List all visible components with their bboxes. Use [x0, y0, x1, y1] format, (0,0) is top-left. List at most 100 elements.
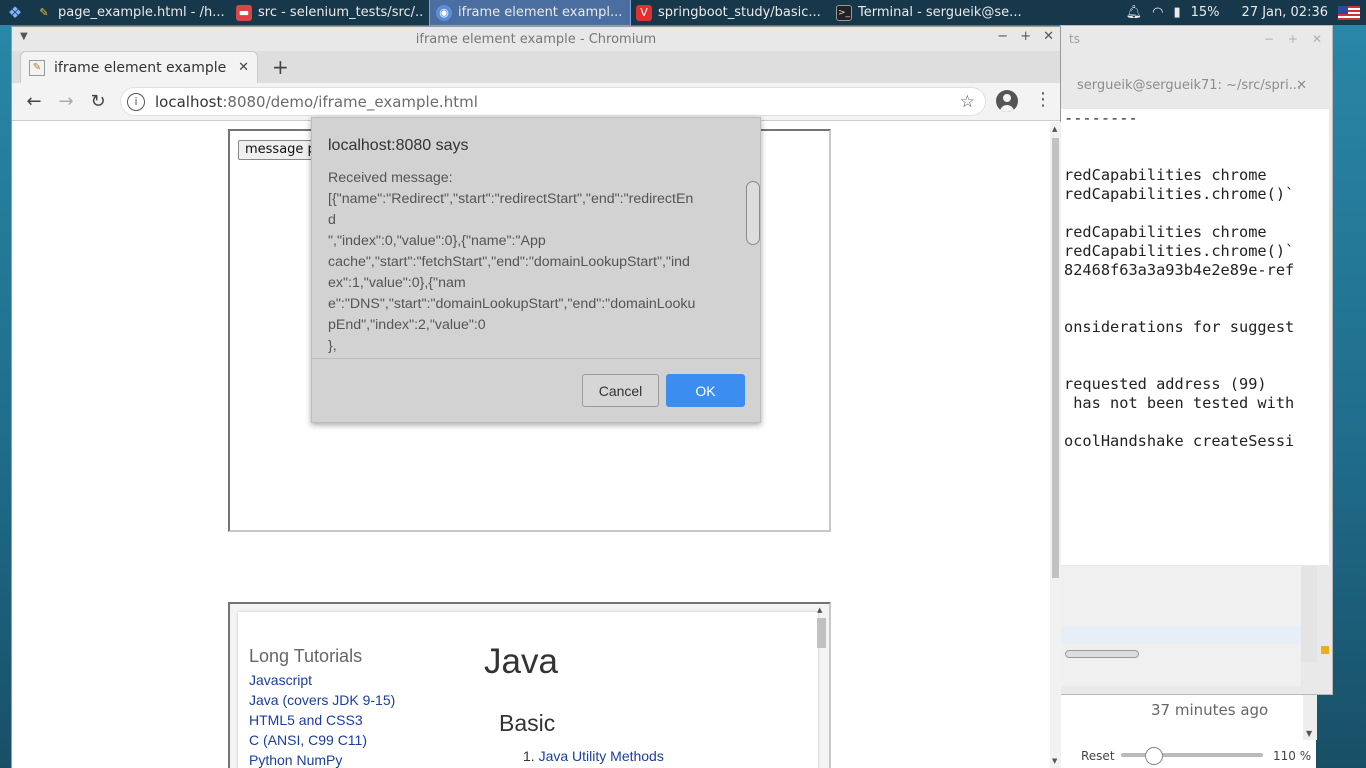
list-item: 1. Java Utility Methods — [523, 748, 664, 764]
start-menu-icon[interactable]: ❖ — [0, 0, 30, 25]
scrollbar-thumb[interactable] — [817, 618, 826, 648]
warning-marker-icon — [1321, 646, 1329, 654]
clock[interactable]: 27 Jan, 02:36 — [1242, 5, 1328, 20]
page-scrollbar[interactable]: ▲ ▼ — [1050, 122, 1061, 768]
terminal-line: -------- — [1064, 109, 1138, 127]
scroll-up-icon[interactable]: ▲ — [817, 606, 822, 614]
task-chromium[interactable]: ◉ iframe element exampl... — [429, 0, 631, 26]
maximize-icon[interactable]: + — [1020, 29, 1031, 44]
close-icon[interactable]: ✕ — [1043, 29, 1054, 44]
terminal-line: redCapabilities.chrome()` — [1064, 242, 1295, 260]
cancel-button[interactable]: Cancel — [582, 374, 659, 407]
terminal-icon: >_ — [836, 4, 852, 21]
list-item-link[interactable]: Java Utility Methods — [539, 748, 664, 764]
scroll-up-icon[interactable]: ▲ — [1052, 125, 1057, 133]
notification-bell-icon[interactable]: 🔔︎ — [1126, 5, 1143, 20]
dialog-message-line: d — [328, 212, 336, 228]
alert-dialog[interactable]: localhost:8080 says Received message: [{… — [311, 117, 761, 423]
terminal-tab[interactable]: sergueik@sergueik71: ~/src/spri... ✕ — [1061, 78, 1333, 98]
dialog-divider — [312, 358, 760, 359]
tutorial-iframe[interactable]: Long Tutorials Javascript Java (covers J… — [228, 602, 831, 768]
close-tab-icon[interactable]: ✕ — [1296, 78, 1307, 93]
sidebar-link[interactable]: C (ANSI, C99 C11) — [249, 730, 395, 750]
bookmark-star-icon[interactable]: ☆ — [960, 92, 975, 112]
section-heading: Basic — [499, 710, 556, 736]
zoom-slider-track[interactable] — [1121, 753, 1263, 757]
keyboard-layout-flag-icon[interactable] — [1338, 5, 1360, 20]
forward-arrow-icon[interactable]: → — [50, 86, 82, 118]
dialog-message-line: pEnd","index":2,"value":0 — [328, 317, 486, 333]
wifi-icon[interactable]: ◠ — [1152, 5, 1163, 20]
address-bar[interactable]: i localhost:8080/demo/iframe_example.htm… — [120, 87, 986, 116]
tab-strip: ✎ iframe element example ✕ + — [12, 51, 1060, 83]
window-title: iframe element example - Chromium — [415, 31, 657, 47]
terminal-line: redCapabilities chrome — [1064, 223, 1267, 241]
tab-title: iframe element example — [54, 59, 227, 76]
iframe-scrollbar[interactable]: ▲ — [816, 606, 827, 768]
close-icon[interactable]: ✕ — [1312, 32, 1322, 46]
file-manager-icon: ▬ — [236, 4, 252, 21]
terminal-window[interactable]: ts − + ✕ sergueik@sergueik71: ~/src/spri… — [1060, 25, 1333, 695]
tab-iframe-example[interactable]: ✎ iframe element example ✕ — [20, 51, 258, 83]
task-terminal[interactable]: >_ Terminal - sergueik@se... — [830, 0, 1030, 25]
window-menu-icon[interactable]: ▼ — [20, 31, 28, 42]
page-heading: Java — [484, 642, 558, 681]
taskbar: ❖ ✎ page_example.html - /h... ▬ src - se… — [0, 0, 1366, 26]
system-tray: 🔔︎ ◠ ▮ 15% 27 Jan, 02:36 — [1126, 5, 1366, 20]
menu-kebab-icon[interactable]: ⋮ — [1034, 89, 1052, 110]
terminal-titlebar: ts − + ✕ — [1061, 26, 1332, 52]
maximize-icon[interactable]: + — [1288, 32, 1298, 46]
dialog-message-line: }, — [328, 338, 337, 354]
last-modified-time: 37 minutes ago — [1151, 701, 1269, 719]
terminal-tab-label: sergueik@sergueik71: ~/src/spri... — [1077, 78, 1302, 93]
terminal-output[interactable]: -------- redCapabilities chrome redCapab… — [1061, 109, 1329, 565]
ide-scrollbar[interactable]: ▼ — [1303, 695, 1317, 740]
terminal-line: requested address (99) — [1064, 375, 1267, 393]
terminal-line: ocolHandshake createSessi — [1064, 432, 1295, 450]
site-info-icon[interactable]: i — [127, 92, 145, 111]
reload-icon[interactable]: ↻ — [82, 86, 114, 118]
sidebar-link[interactable]: HTML5 and CSS3 — [249, 710, 395, 730]
back-arrow-icon[interactable]: ← — [18, 86, 50, 118]
dialog-message: Received message: [{"name":"Redirect","s… — [328, 168, 730, 357]
scrollbar-thumb[interactable] — [1052, 138, 1059, 578]
editor-vscroll[interactable] — [1301, 566, 1317, 662]
battery-icon[interactable]: ▮ — [1173, 5, 1180, 20]
dialog-message-line: ex":1,"value":0},{"nam — [328, 275, 466, 291]
zoom-slider-handle[interactable] — [1145, 747, 1163, 765]
terminal-line: has not been tested with — [1064, 394, 1295, 412]
dialog-scrollbar[interactable] — [746, 181, 760, 245]
task-mousepad[interactable]: ✎ page_example.html - /h... — [30, 0, 230, 25]
zoom-level: 110 % — [1273, 749, 1312, 763]
profile-avatar-icon[interactable] — [996, 90, 1018, 112]
horizontal-scrollbar[interactable] — [1065, 650, 1139, 658]
task-label: Terminal - sergueik@se... — [858, 5, 1022, 20]
dialog-message-line: cache","start":"fetchStart","end":"domai… — [328, 254, 690, 270]
task-vivaldi[interactable]: V springboot_study/basic... — [630, 0, 830, 25]
ide-editor-area — [1061, 566, 1329, 686]
task-file-manager[interactable]: ▬ src - selenium_tests/src/... — [230, 0, 430, 25]
tutorial-page: Long Tutorials Javascript Java (covers J… — [238, 612, 818, 768]
new-tab-icon[interactable]: + — [272, 55, 289, 79]
window-titlebar: ▼ iframe element example - Chromium − + … — [12, 27, 1060, 51]
sidebar-link[interactable]: Javascript — [249, 670, 395, 690]
dialog-title: localhost:8080 says — [328, 137, 469, 154]
minimize-icon[interactable]: − — [997, 29, 1008, 44]
scroll-down-icon[interactable]: ▼ — [1052, 757, 1057, 765]
minimize-icon[interactable]: − — [1264, 32, 1274, 46]
terminal-title: ts — [1069, 32, 1080, 46]
mousepad-icon: ✎ — [39, 6, 49, 19]
scroll-down-icon[interactable]: ▼ — [1306, 729, 1312, 738]
dialog-message-line: Received message: — [328, 170, 453, 186]
dialog-message-line: [{"name":"Redirect","start":"redirectSta… — [328, 191, 694, 207]
sidebar-link[interactable]: Python NumPy — [249, 750, 395, 768]
url-path: :8080/demo/iframe_example.html — [222, 92, 478, 111]
sidebar-link[interactable]: Java (covers JDK 9-15) — [249, 690, 395, 710]
page-favicon-icon: ✎ — [29, 59, 45, 76]
message-button[interactable]: message pa — [238, 140, 318, 160]
close-tab-icon[interactable]: ✕ — [238, 60, 249, 75]
ok-button[interactable]: OK — [666, 374, 745, 407]
reset-button[interactable]: Reset — [1081, 749, 1115, 763]
browser-toolbar: ← → ↻ i localhost:8080/demo/iframe_examp… — [12, 83, 1060, 121]
sidebar-links: Javascript Java (covers JDK 9-15) HTML5 … — [249, 670, 395, 768]
